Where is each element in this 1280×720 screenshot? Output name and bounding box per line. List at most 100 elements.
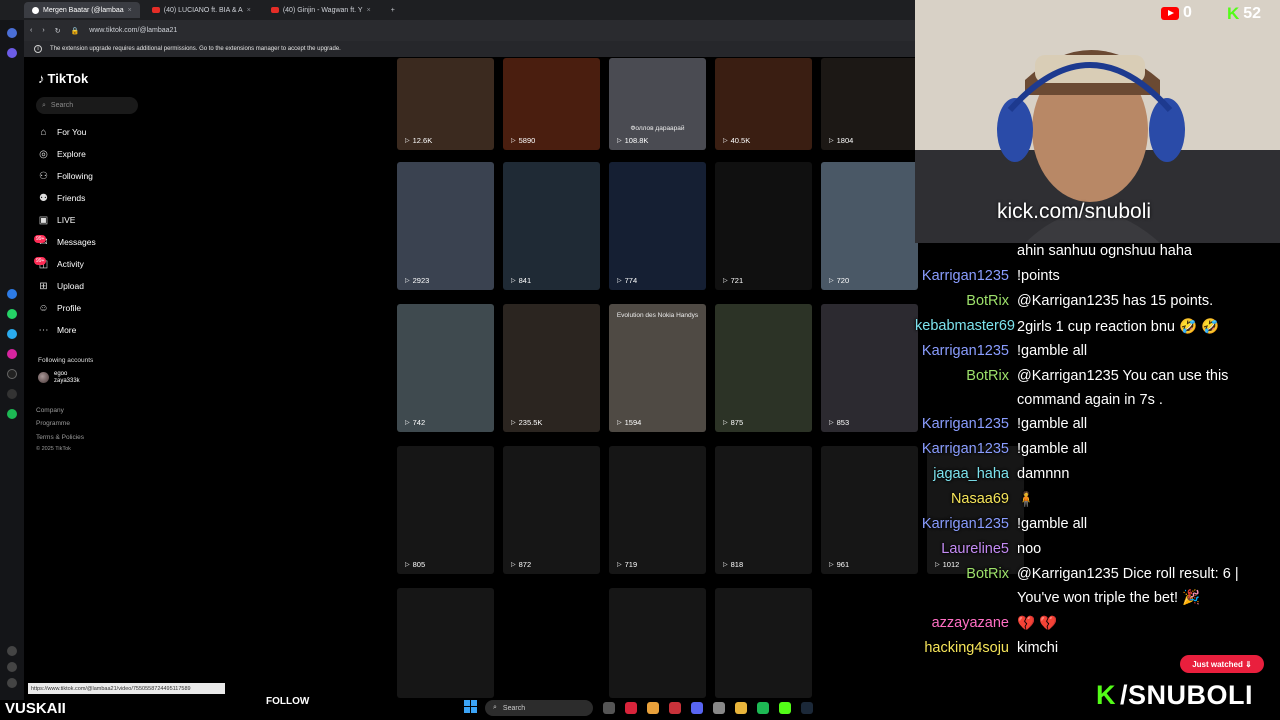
- heart-icon[interactable]: [7, 646, 17, 656]
- video-tile[interactable]: ▷ 742: [397, 304, 494, 432]
- taskbar-search-input[interactable]: ⌕ Search: [485, 700, 593, 716]
- kick-icon: K: [1227, 4, 1240, 23]
- video-tile[interactable]: ▷ 5890: [503, 58, 600, 150]
- chat-username[interactable]: BotRix: [915, 293, 1017, 309]
- footer-terms[interactable]: Terms & Policies: [36, 434, 84, 441]
- chat-username[interactable]: Laureline5: [915, 541, 1017, 557]
- spotify-icon[interactable]: [7, 409, 17, 419]
- footer-programme[interactable]: Programme: [36, 420, 70, 427]
- close-icon[interactable]: ×: [367, 7, 371, 14]
- just-watched-button[interactable]: Just watched ⇓: [1180, 655, 1264, 673]
- video-tile[interactable]: ▷ 235.5K: [503, 304, 600, 432]
- chat-username[interactable]: BotRix: [915, 566, 1017, 582]
- chat-username[interactable]: Karrigan1235: [915, 516, 1017, 532]
- tiktok-logo[interactable]: ♪ TikTok: [38, 71, 88, 86]
- discord-icon[interactable]: [691, 702, 703, 714]
- view-count-value: 235.5K: [518, 418, 543, 427]
- chat-text: !gamble all: [1017, 416, 1088, 432]
- nav-activity[interactable]: ◫99+ Activity: [34, 256, 84, 272]
- chat-username[interactable]: Karrigan1235: [915, 416, 1017, 432]
- file-explorer-icon[interactable]: [735, 702, 747, 714]
- brave-icon[interactable]: [669, 702, 681, 714]
- kick-brand-overlay: K/SNUBOLI: [1096, 680, 1253, 711]
- video-tile[interactable]: [397, 588, 494, 698]
- video-tile[interactable]: ▷ 12.6K: [397, 58, 494, 150]
- play-icon: ▷: [405, 278, 410, 284]
- video-tile[interactable]: Фоллов дараарай ▷ 108.8K: [609, 58, 706, 150]
- x-icon[interactable]: [7, 389, 17, 399]
- search-input[interactable]: ⌕ Search: [36, 97, 138, 114]
- chat-username[interactable]: Karrigan1235: [915, 268, 1017, 284]
- tab-youtube-2[interactable]: (40) Ginjin - Wagwan ft. Y ×: [263, 2, 379, 18]
- tiktok-note-icon: ♪: [38, 71, 45, 86]
- windows-start-icon[interactable]: [464, 700, 478, 714]
- more-icon[interactable]: [7, 678, 17, 688]
- activity-icon: ◫99+: [34, 256, 49, 270]
- nav-more[interactable]: ⋯ More: [38, 322, 77, 338]
- video-tile[interactable]: [503, 588, 600, 698]
- chat-username[interactable]: Karrigan1235: [915, 343, 1017, 359]
- instagram-icon[interactable]: [7, 349, 17, 359]
- chat-username[interactable]: hacking4soju: [915, 640, 1017, 656]
- nav-profile[interactable]: ☺ Profile: [38, 300, 81, 316]
- video-tile[interactable]: ▷ 774: [609, 162, 706, 290]
- nav-upload[interactable]: ⊞ Upload: [38, 278, 84, 294]
- video-tile[interactable]: ▷ 40.5K: [715, 58, 812, 150]
- settings-icon[interactable]: [713, 702, 725, 714]
- chat-username[interactable]: BotRix: [915, 368, 1017, 384]
- new-tab-button[interactable]: +: [383, 2, 403, 18]
- reload-icon[interactable]: ↻: [55, 27, 61, 35]
- nav-for-you[interactable]: ⌂ For You: [38, 124, 86, 140]
- aria-icon[interactable]: [7, 48, 17, 58]
- video-tile[interactable]: Evolution des Nokia Handys ▷ 1594: [609, 304, 706, 432]
- home-icon[interactable]: [7, 28, 17, 38]
- extension-notice-text[interactable]: The extension upgrade requires additiona…: [50, 46, 341, 52]
- following-account-item[interactable]: egoo zaya333k: [38, 371, 80, 384]
- view-count-value: 841: [518, 276, 532, 285]
- nav-friends[interactable]: ⚉ Friends: [38, 190, 85, 206]
- chrome-icon[interactable]: [647, 702, 659, 714]
- obs-icon[interactable]: [779, 702, 791, 714]
- forward-icon[interactable]: ›: [42, 27, 44, 34]
- footer-company[interactable]: Company: [36, 407, 64, 414]
- url-field[interactable]: www.tiktok.com/@lambaa21: [89, 27, 177, 34]
- nav-following[interactable]: ⚇ Following: [38, 168, 93, 184]
- nav-messages[interactable]: ✉99+ Messages: [34, 234, 96, 250]
- video-tile[interactable]: ▷ 720: [821, 162, 918, 290]
- whatsapp-icon[interactable]: [7, 309, 17, 319]
- video-tile[interactable]: ▷ 805: [397, 446, 494, 574]
- video-tile[interactable]: ▷ 872: [503, 446, 600, 574]
- nav-live[interactable]: ▣ LIVE: [38, 212, 76, 228]
- steam-icon[interactable]: [801, 702, 813, 714]
- chat-username[interactable]: kebabmaster69: [915, 318, 1017, 334]
- video-tile[interactable]: ▷ 818: [715, 446, 812, 574]
- telegram-icon[interactable]: [7, 329, 17, 339]
- video-tile[interactable]: ▷ 841: [503, 162, 600, 290]
- close-icon[interactable]: ×: [128, 7, 132, 14]
- chat-text: ahin sanhuu ognshuu haha: [1017, 243, 1192, 259]
- video-tile[interactable]: ▷ 721: [715, 162, 812, 290]
- tab-youtube-1[interactable]: (40) LUCIANO ft. BIA & A ×: [144, 2, 259, 18]
- close-icon[interactable]: ×: [247, 7, 251, 14]
- video-tile[interactable]: ▷ 1804: [821, 58, 918, 150]
- back-icon[interactable]: ‹: [30, 27, 32, 34]
- messenger-icon[interactable]: [7, 289, 17, 299]
- chat-username[interactable]: jagaa_haha: [915, 466, 1017, 482]
- video-tile[interactable]: [715, 588, 812, 698]
- tab-tiktok[interactable]: Mergen Baatar (@lambaa ×: [24, 2, 140, 18]
- chat-username[interactable]: azzayazane: [915, 615, 1017, 631]
- video-tile[interactable]: [609, 588, 706, 698]
- history-icon[interactable]: [7, 662, 17, 672]
- video-tile[interactable]: ▷ 719: [609, 446, 706, 574]
- opera-icon[interactable]: [625, 702, 637, 714]
- chat-username[interactable]: Nasaa69: [915, 491, 1017, 507]
- tiktok-icon[interactable]: [7, 369, 17, 379]
- nav-explore[interactable]: ◎ Explore: [38, 146, 86, 162]
- task-view-icon[interactable]: [603, 702, 615, 714]
- video-tile[interactable]: ▷ 2923: [397, 162, 494, 290]
- chat-username[interactable]: Karrigan1235: [915, 441, 1017, 457]
- video-tile[interactable]: ▷ 961: [821, 446, 918, 574]
- spotify-icon[interactable]: [757, 702, 769, 714]
- video-tile[interactable]: ▷ 875: [715, 304, 812, 432]
- video-tile[interactable]: ▷ 853: [821, 304, 918, 432]
